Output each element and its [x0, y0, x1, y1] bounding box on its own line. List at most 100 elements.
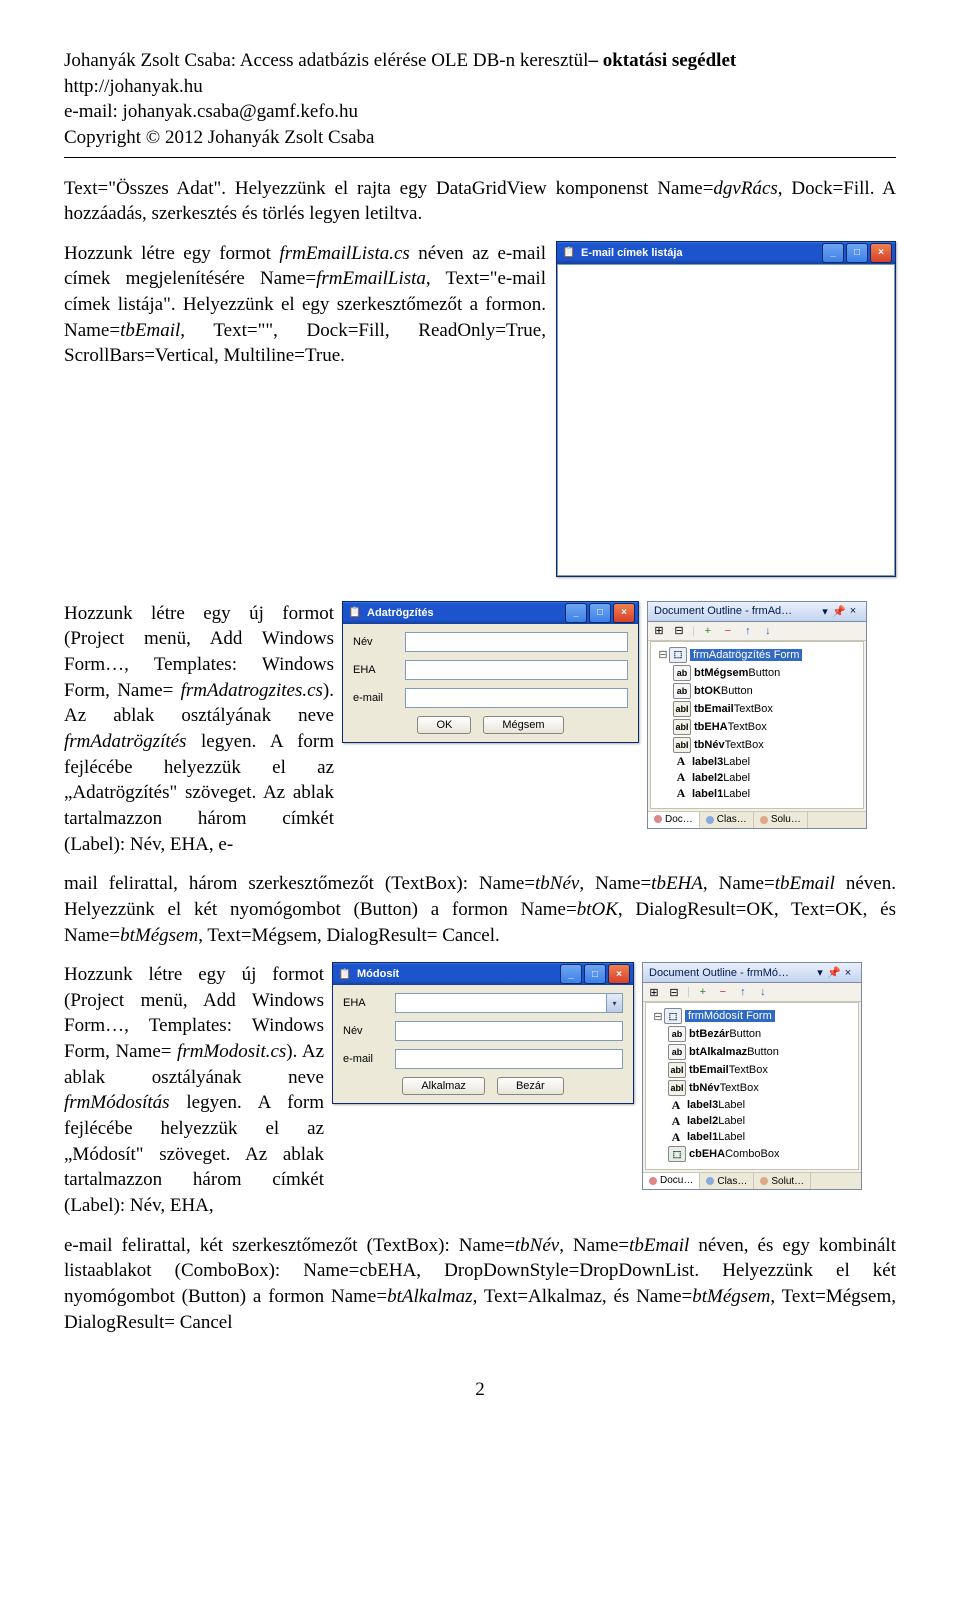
btn-type-icon: ab — [668, 1044, 686, 1060]
minimize-button[interactable]: _ — [822, 243, 844, 263]
move-up-icon[interactable]: ↑ — [741, 624, 755, 638]
tree-item[interactable]: abbtOK Button — [655, 682, 859, 700]
tab-doc-outline[interactable]: Docu… — [643, 1173, 700, 1189]
tree-item[interactable]: ⬚cbEHA ComboBox — [650, 1145, 854, 1163]
tree-root[interactable]: ⊟ ⬚ frmMódosít Form — [650, 1007, 854, 1025]
close-window-button[interactable]: Bezár — [497, 1077, 564, 1095]
maximize-button[interactable]: □ — [589, 603, 611, 623]
txt-type-icon: abI — [668, 1080, 686, 1096]
dropdown-icon[interactable]: ▾ — [818, 605, 832, 618]
tree-item[interactable]: Alabel1 Label — [655, 786, 859, 802]
panel-toolbar: ⊞ ⊟ | + − ↑ ↓ — [648, 622, 866, 641]
tree-item-name: tbEHA — [694, 721, 728, 733]
tree-item-type: TextBox — [734, 703, 773, 715]
cancel-button[interactable]: Mégsem — [483, 716, 563, 734]
pin-icon[interactable]: 📌 — [832, 605, 846, 618]
tree-item[interactable]: Alabel3 Label — [655, 754, 859, 770]
window-title: E-mail címek listája — [581, 247, 683, 259]
component-tree[interactable]: ⊟ ⬚ frmMódosít Form abbtBezár Buttonabbt… — [645, 1002, 859, 1170]
tab-class-view[interactable]: Clas… — [700, 812, 754, 828]
tree-item-name: tbNév — [694, 739, 725, 751]
close-button[interactable]: × — [870, 243, 892, 263]
close-button[interactable]: × — [613, 603, 635, 623]
tree-item[interactable]: abbtAlkalmaz Button — [650, 1043, 854, 1061]
textbox-nev[interactable] — [405, 632, 628, 652]
paragraph-3b: mail felirattal, három szerkesztőmezőt (… — [64, 871, 896, 948]
titlebar-modosit[interactable]: 📋 Módosít _ □ × — [333, 963, 633, 985]
add-icon[interactable]: + — [696, 985, 710, 999]
maximize-button[interactable]: □ — [846, 243, 868, 263]
tree-item[interactable]: abItbEmail TextBox — [655, 700, 859, 718]
tab-doc-outline[interactable]: Doc… — [648, 812, 700, 828]
paragraph-3a: Hozzunk létre egy új formot (Project men… — [64, 601, 334, 857]
label-eha: EHA — [353, 664, 405, 676]
panel-title[interactable]: Document Outline - frmMó… ▾ 📌 × — [643, 963, 861, 983]
lbl-type-icon: A — [668, 1130, 684, 1144]
tree-item[interactable]: Alabel1 Label — [650, 1129, 854, 1145]
tree-item[interactable]: abItbNév TextBox — [650, 1079, 854, 1097]
dropdown-icon[interactable]: ▾ — [813, 966, 827, 979]
move-up-icon[interactable]: ↑ — [736, 985, 750, 999]
panel-close-icon[interactable]: × — [841, 967, 855, 979]
pin-icon[interactable]: 📌 — [827, 966, 841, 979]
textbox-nev[interactable] — [395, 1021, 623, 1041]
tab-solution-explorer[interactable]: Solut… — [754, 1173, 811, 1189]
titlebar-adat[interactable]: 📋 Adatrögzítés _ □ × — [343, 602, 638, 624]
tree-item-name: btAlkalmaz — [689, 1046, 747, 1058]
panel-title[interactable]: Document Outline - frmAd… ▾ 📌 × — [648, 602, 866, 622]
add-icon[interactable]: + — [701, 624, 715, 638]
panel-close-icon[interactable]: × — [846, 605, 860, 617]
collapse-icon[interactable]: ⊟ — [672, 624, 686, 638]
component-tree[interactable]: ⊟ ⬚ frmAdatrögzítés Form abbtMégsem Butt… — [650, 641, 864, 809]
tree-item-name: label2 — [692, 772, 723, 784]
tree-item[interactable]: Alabel2 Label — [655, 770, 859, 786]
titlebar-email[interactable]: 📋 E-mail címek listája _ □ × — [557, 242, 895, 264]
tree-item[interactable]: Alabel2 Label — [650, 1113, 854, 1129]
minimize-button[interactable]: _ — [565, 603, 587, 623]
apply-button[interactable]: Alkalmaz — [402, 1077, 485, 1095]
email-textbox[interactable] — [557, 264, 895, 576]
twisty-icon[interactable]: ⊟ — [657, 648, 669, 661]
move-down-icon[interactable]: ↓ — [761, 624, 775, 638]
dropdown-arrow-icon[interactable]: ▾ — [607, 993, 623, 1013]
form-icon: 📋 — [347, 605, 363, 621]
ok-button[interactable]: OK — [417, 716, 471, 734]
remove-icon[interactable]: − — [716, 985, 730, 999]
email-line: e-mail: johanyak.csaba@gamf.kefo.hu — [64, 99, 896, 125]
tree-item[interactable]: abItbEmail TextBox — [650, 1061, 854, 1079]
tree-item[interactable]: abItbNév TextBox — [655, 736, 859, 754]
tree-item[interactable]: Alabel3 Label — [650, 1097, 854, 1113]
collapse-icon[interactable]: ⊟ — [667, 985, 681, 999]
tree-item-type: TextBox — [728, 721, 767, 733]
tree-item[interactable]: abbtMégsem Button — [655, 664, 859, 682]
move-down-icon[interactable]: ↓ — [756, 985, 770, 999]
expand-icon[interactable]: ⊞ — [652, 624, 666, 638]
tree-item-name: btBezár — [689, 1028, 729, 1040]
textbox-email[interactable] — [395, 1049, 623, 1069]
lbl-type-icon: A — [668, 1114, 684, 1128]
minimize-button[interactable]: _ — [560, 964, 582, 984]
form-type-icon: ⬚ — [669, 647, 687, 663]
tree-item-name: tbNév — [689, 1082, 720, 1094]
twisty-icon[interactable]: ⊟ — [652, 1010, 664, 1023]
tree-root[interactable]: ⊟ ⬚ frmAdatrögzítés Form — [655, 646, 859, 664]
textbox-eha[interactable] — [405, 660, 628, 680]
combobox-eha[interactable] — [395, 993, 607, 1013]
tree-item[interactable]: abItbEHA TextBox — [655, 718, 859, 736]
expand-icon[interactable]: ⊞ — [647, 985, 661, 999]
site-url: http://johanyak.hu — [64, 74, 896, 100]
remove-icon[interactable]: − — [721, 624, 735, 638]
window-modosit: 📋 Módosít _ □ × EHA ▾ Név e-mail — [332, 962, 634, 1104]
maximize-button[interactable]: □ — [584, 964, 606, 984]
form-type-icon: ⬚ — [664, 1008, 682, 1024]
tree-item-type: Label — [723, 756, 750, 768]
close-button[interactable]: × — [608, 964, 630, 984]
label-nev: Név — [353, 636, 405, 648]
tab-solution-explorer[interactable]: Solu… — [754, 812, 808, 828]
tree-item-type: Button — [721, 685, 753, 697]
tree-item-type: Label — [723, 788, 750, 800]
tree-item[interactable]: abbtBezár Button — [650, 1025, 854, 1043]
tab-class-view[interactable]: Clas… — [700, 1173, 754, 1189]
btn-type-icon: ab — [673, 665, 691, 681]
textbox-email[interactable] — [405, 688, 628, 708]
